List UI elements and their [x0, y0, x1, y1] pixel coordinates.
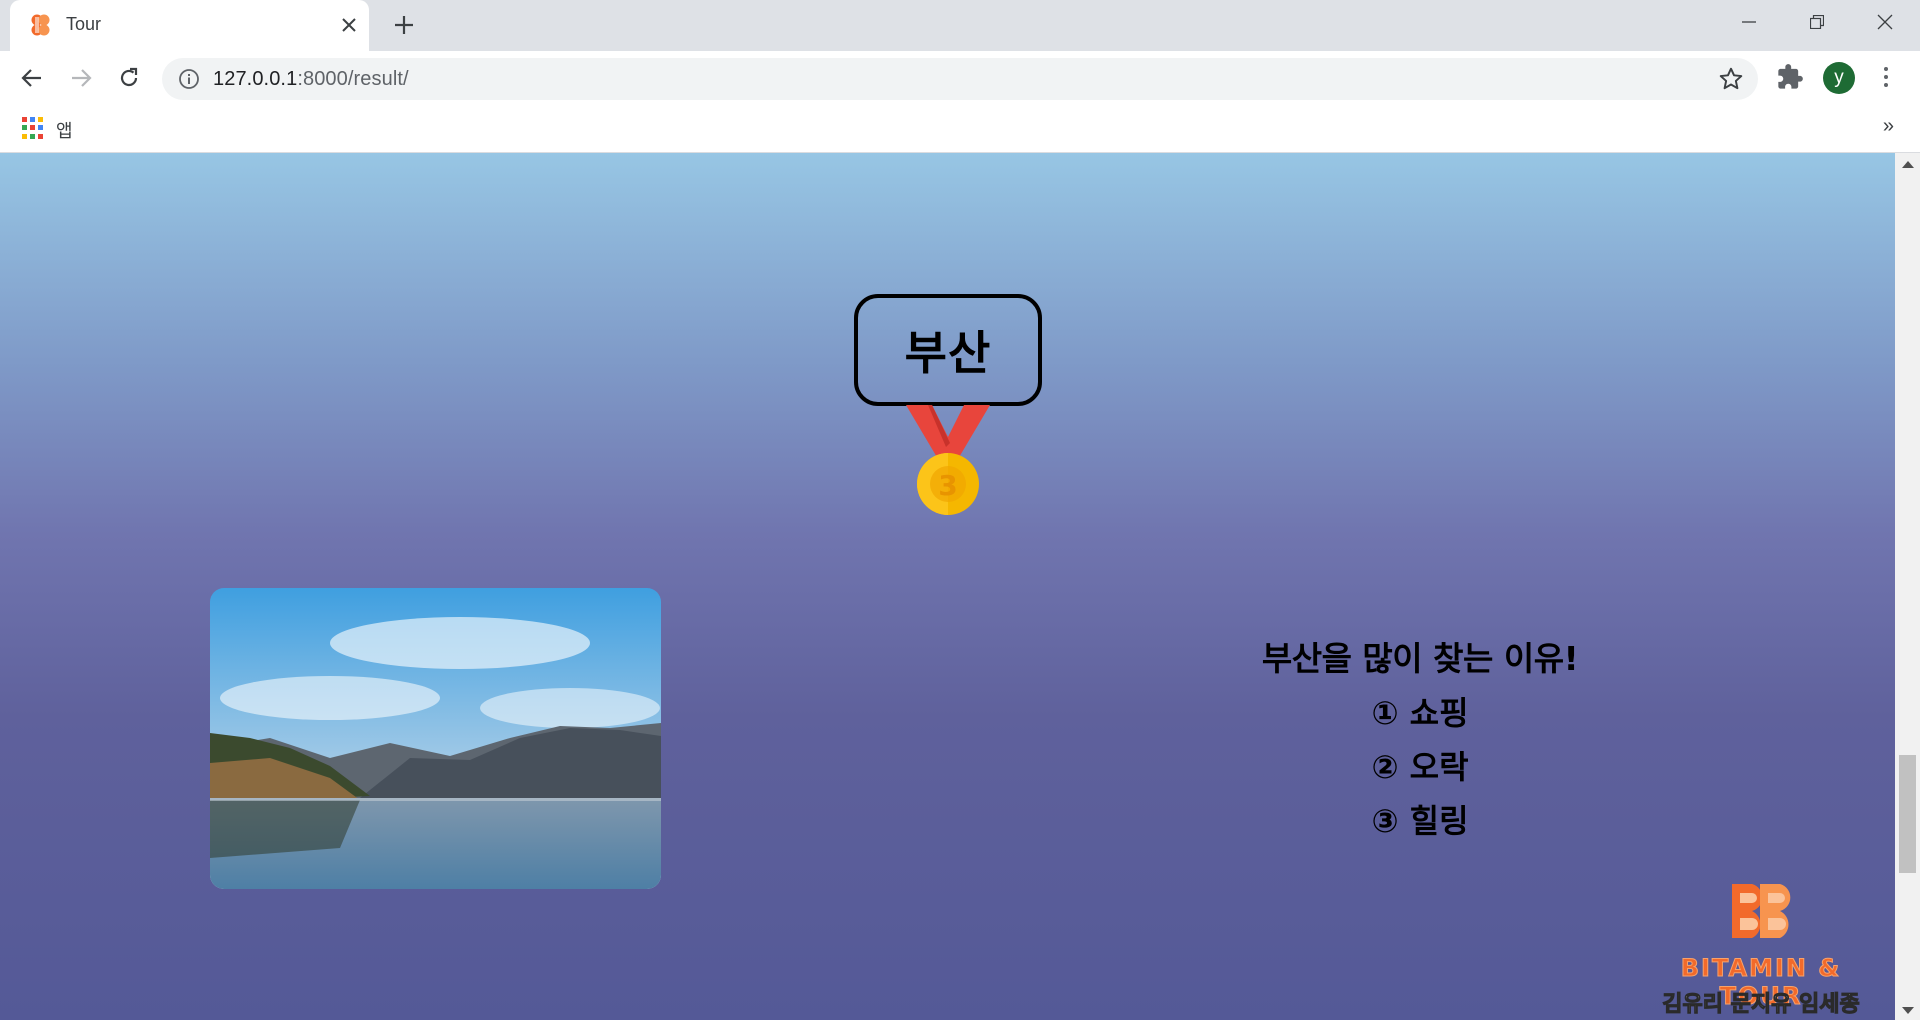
restore-icon: [1810, 15, 1824, 29]
reason-item: ① 쇼핑: [1371, 694, 1469, 732]
restore-button[interactable]: [1782, 0, 1852, 44]
forward-button[interactable]: [64, 61, 98, 95]
arrow-right-icon: [72, 69, 92, 87]
reload-icon: [120, 67, 138, 87]
reasons-title: 부산을 많이 찾는 이유!: [1261, 639, 1579, 678]
star-icon[interactable]: [1718, 66, 1744, 92]
apps-grid-icon[interactable]: [22, 117, 44, 139]
profile-avatar[interactable]: y: [1823, 62, 1855, 94]
info-icon[interactable]: [178, 68, 200, 90]
url-text[interactable]: 127.0.0.1:8000/result/: [213, 68, 409, 91]
scroll-up-icon[interactable]: [1902, 161, 1914, 168]
lake-landscape-image: [210, 588, 661, 889]
new-tab-button[interactable]: [388, 9, 420, 41]
browser-tab[interactable]: Tour: [10, 0, 369, 51]
back-button[interactable]: [15, 61, 49, 95]
arrow-left-icon: [21, 69, 41, 87]
tab-strip: Tour: [0, 0, 1920, 51]
reload-button[interactable]: [112, 61, 146, 95]
page-content: 부산 3 부산을 많이 찾는 이유! ① 쇼핑 ② 오락 ③ 힐링 BITAMI…: [0, 153, 1895, 1020]
browser-toolbar: 127.0.0.1:8000/result/ y: [0, 51, 1920, 103]
scrollbar-thumb[interactable]: [1899, 755, 1916, 873]
window-close-button[interactable]: [1850, 0, 1920, 44]
plus-icon: [395, 16, 413, 34]
close-icon: [1877, 14, 1893, 30]
reason-item: ③ 힐링: [1371, 802, 1469, 840]
puzzle-icon[interactable]: [1776, 63, 1804, 91]
close-icon[interactable]: [335, 11, 363, 39]
address-bar[interactable]: 127.0.0.1:8000/result/: [162, 58, 1758, 100]
vertical-scrollbar[interactable]: [1895, 153, 1920, 1020]
more-vert-icon[interactable]: [1876, 63, 1896, 91]
reason-item: ② 오락: [1371, 748, 1469, 786]
medal-number: 3: [938, 469, 957, 502]
bookmarks-overflow-icon[interactable]: »: [1883, 115, 1894, 138]
bronze-medal-icon: 3: [906, 405, 990, 515]
bitamin-tour-logo: BITAMIN & TOUR 김유리 문지유 임세종: [1648, 880, 1874, 1018]
logo-names-text: 김유리 문지유 임세종: [1662, 992, 1860, 1018]
minimize-icon: [1742, 21, 1756, 23]
minimize-button[interactable]: [1714, 0, 1784, 44]
city-title: 부산: [854, 294, 1042, 406]
apps-shortcut-label[interactable]: 앱: [56, 117, 73, 143]
url-host: 127.0.0.1: [213, 68, 298, 90]
bb-logo-icon: [1732, 884, 1791, 938]
bookmarks-bar: 앱 »: [0, 103, 1920, 153]
bitamin-logo-icon: [31, 14, 50, 36]
reasons-section: 부산을 많이 찾는 이유! ① 쇼핑 ② 오락 ③ 힐링: [1180, 632, 1660, 848]
url-path: :8000/result/: [297, 68, 409, 90]
tab-title: Tour: [66, 14, 102, 34]
scroll-down-icon[interactable]: [1902, 1007, 1914, 1014]
